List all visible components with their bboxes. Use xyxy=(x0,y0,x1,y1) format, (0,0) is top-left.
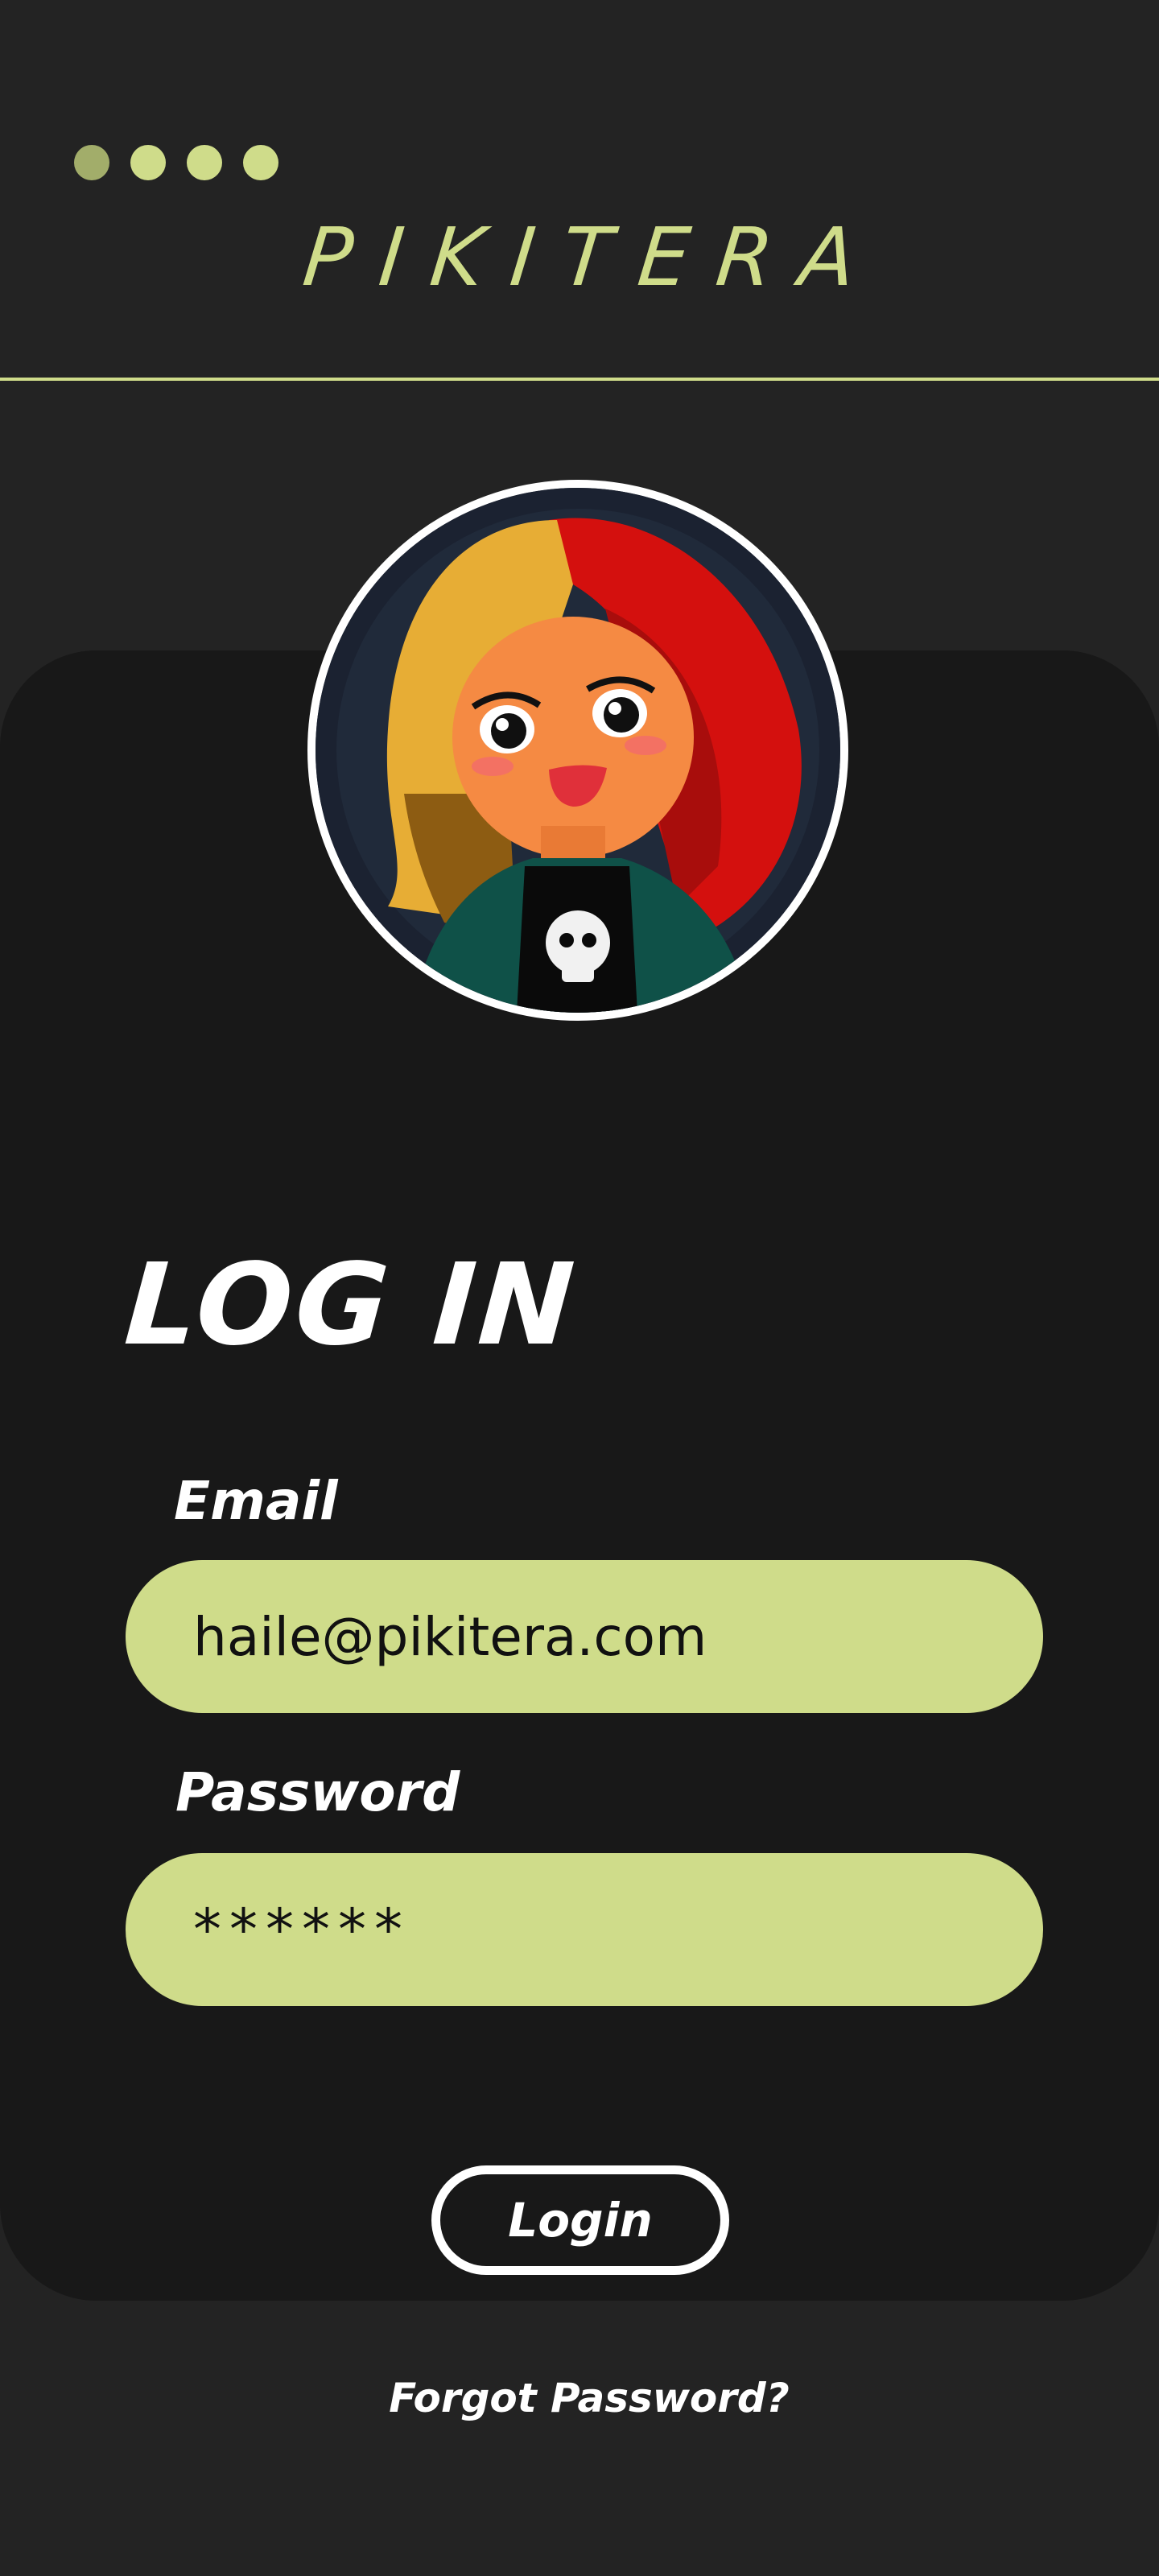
brand-logo: PIKITERA xyxy=(299,210,888,304)
page-title: LOG IN xyxy=(121,1240,581,1371)
login-button[interactable]: Login xyxy=(431,2165,729,2275)
email-field[interactable]: haile@pikitera.com xyxy=(126,1560,1043,1713)
header-divider xyxy=(0,378,1159,381)
password-label: Password xyxy=(175,1761,460,1823)
page-dot-2[interactable] xyxy=(130,145,166,180)
email-value: haile@pikitera.com xyxy=(193,1605,707,1668)
email-label: Email xyxy=(174,1470,338,1532)
forgot-password-link[interactable]: Forgot Password? xyxy=(0,2375,1159,2421)
password-field[interactable]: ****** xyxy=(126,1853,1043,2006)
page-indicator xyxy=(74,145,278,180)
page-dot-1[interactable] xyxy=(74,145,109,180)
page-dot-3[interactable] xyxy=(187,145,222,180)
password-value: ****** xyxy=(193,1897,410,1963)
user-avatar-illustration xyxy=(307,480,848,1021)
page-dot-4[interactable] xyxy=(243,145,278,180)
